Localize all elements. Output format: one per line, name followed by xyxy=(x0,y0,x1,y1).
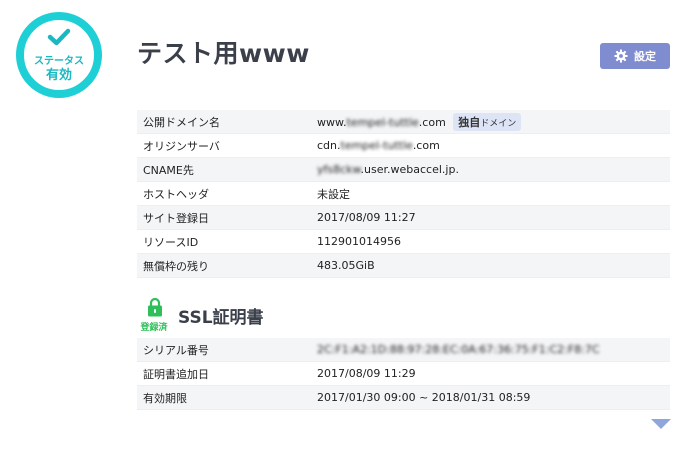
row-value: 2017/01/30 09:00 ~ 2018/01/31 08:59 xyxy=(309,385,670,410)
page-title: テスト用www xyxy=(137,39,310,68)
row-value: www.tempel-tuttle.com 独自ドメイン xyxy=(309,110,670,134)
cname-suffix: .user.webaccel.jp. xyxy=(360,163,459,176)
row-key: シリアル番号 xyxy=(137,338,309,362)
settings-label: 設定 xyxy=(634,50,656,63)
table-row: 有効期限 2017/01/30 09:00 ~ 2018/01/31 08:59 xyxy=(137,385,670,410)
badge-sub: ドメイン xyxy=(480,118,517,129)
row-value: 112901014956 xyxy=(309,229,670,254)
row-value: cdn.tempel-tuttle.com xyxy=(309,133,670,158)
ssl-info-table: シリアル番号 2C:F1:A2:1D:88:97:28:EC:0A:67:36:… xyxy=(137,338,670,410)
row-key: 証明書追加日 xyxy=(137,361,309,386)
row-value: 2C:F1:A2:1D:88:97:28:EC:0A:67:36:75:F1:C… xyxy=(309,338,670,362)
redacted-text: yfs8ckw xyxy=(317,163,361,176)
row-value: 未設定 xyxy=(309,181,670,206)
table-row: ホストヘッダ 未設定 xyxy=(137,181,670,206)
row-key: ホストヘッダ xyxy=(137,181,309,206)
settings-button[interactable]: 設定 xyxy=(600,43,670,69)
row-value: 483.05GiB xyxy=(309,253,670,278)
row-value: 2017/08/09 11:27 xyxy=(309,205,670,230)
row-key: サイト登録日 xyxy=(137,205,309,230)
site-info-table: 公開ドメイン名 www.tempel-tuttle.com 独自ドメイン オリジ… xyxy=(137,110,670,278)
row-key: 無償枠の残り xyxy=(137,253,309,278)
ssl-registered-indicator: 登録済 xyxy=(140,297,170,333)
check-icon xyxy=(47,28,71,46)
status-indicator: ステータス 有効 xyxy=(16,12,102,98)
ssl-section-header: 登録済 SSL証明書 xyxy=(140,297,264,333)
table-row: リソースID 112901014956 xyxy=(137,229,670,254)
row-key: リソースID xyxy=(137,229,309,254)
lock-icon xyxy=(148,297,162,317)
gear-icon xyxy=(614,49,628,63)
row-key: 公開ドメイン名 xyxy=(137,110,309,134)
custom-domain-badge: 独自ドメイン xyxy=(453,112,522,131)
redacted-serial: 2C:F1:A2:1D:88:97:28:EC:0A:67:36:75:F1:C… xyxy=(317,343,600,356)
registered-label: 登録済 xyxy=(140,323,168,333)
badge-main: 独自 xyxy=(458,115,481,129)
origin-prefix: cdn. xyxy=(317,139,341,152)
status-label-main: 有効 xyxy=(45,68,72,83)
redacted-text: tempel-tuttle xyxy=(340,139,413,152)
row-key: CNAME先 xyxy=(137,157,309,182)
scroll-down-arrow-icon[interactable] xyxy=(651,419,671,429)
table-row: オリジンサーバ cdn.tempel-tuttle.com xyxy=(137,133,670,158)
table-row: CNAME先 yfs8ckw.user.webaccel.jp. xyxy=(137,157,670,182)
redacted-text: tempel-tuttle xyxy=(346,115,419,129)
table-row: 公開ドメイン名 www.tempel-tuttle.com 独自ドメイン xyxy=(137,110,670,134)
row-key: オリジンサーバ xyxy=(137,133,309,158)
table-row: シリアル番号 2C:F1:A2:1D:88:97:28:EC:0A:67:36:… xyxy=(137,338,670,362)
ssl-title: SSL証明書 xyxy=(178,308,264,328)
row-key: 有効期限 xyxy=(137,385,309,410)
origin-suffix: .com xyxy=(412,139,440,152)
domain-suffix: .com xyxy=(418,115,446,129)
table-row: 無償枠の残り 483.05GiB xyxy=(137,253,670,278)
domain-prefix: www. xyxy=(317,115,347,129)
table-row: サイト登録日 2017/08/09 11:27 xyxy=(137,205,670,230)
table-row: 証明書追加日 2017/08/09 11:29 xyxy=(137,361,670,386)
row-value: yfs8ckw.user.webaccel.jp. xyxy=(309,157,670,182)
row-value: 2017/08/09 11:29 xyxy=(309,361,670,386)
